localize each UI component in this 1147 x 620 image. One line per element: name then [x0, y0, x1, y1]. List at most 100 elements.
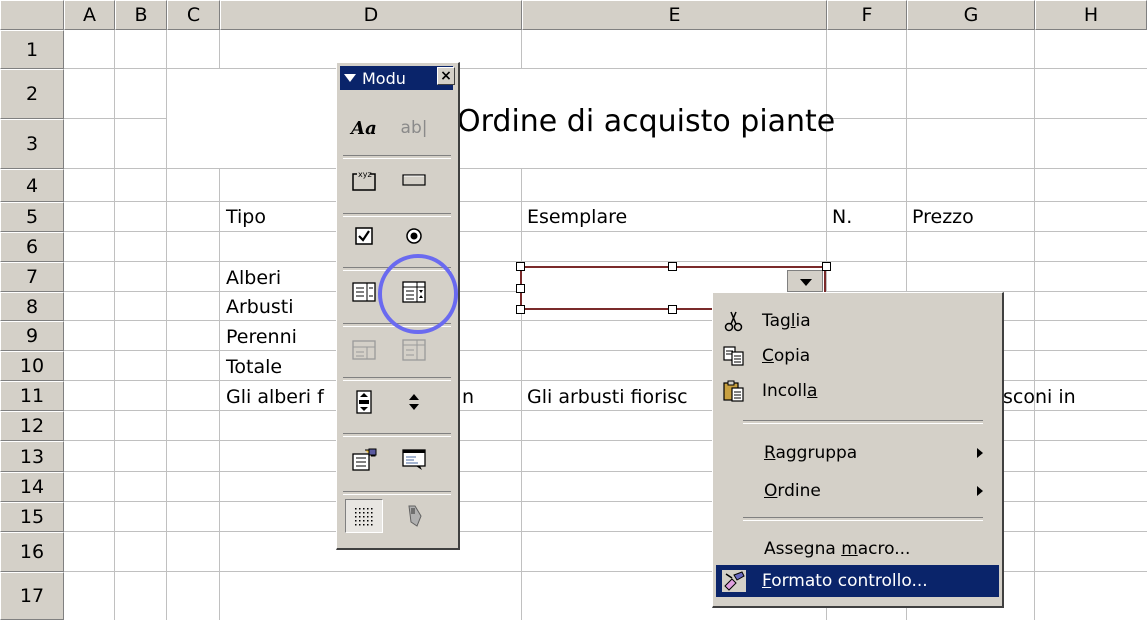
grid-line — [64, 261, 1147, 262]
row-header-1[interactable]: 1 — [0, 30, 64, 69]
cell-d7[interactable]: Alberi — [226, 265, 281, 291]
menu-item-taglia[interactable]: Taglia — [716, 305, 999, 337]
cell-f5[interactable]: N. — [832, 204, 852, 230]
control-properties-button[interactable] — [345, 443, 383, 477]
toolbar-separator — [343, 377, 451, 381]
toolbar-separator — [343, 433, 451, 437]
resize-handle[interactable] — [516, 305, 525, 314]
combo-dropdown-edit-icon — [402, 339, 426, 361]
cell-d11-overflow: n — [462, 386, 475, 408]
row-header-12[interactable]: 12 — [0, 411, 64, 441]
highlight-circle — [378, 254, 458, 334]
run-dialog-button[interactable] — [395, 499, 433, 533]
group-box-glyph: xyz — [358, 170, 372, 179]
label-button[interactable]: Aa — [345, 111, 383, 145]
copy-icon — [723, 346, 744, 366]
menu-item-incolla[interactable]: Incolla — [716, 375, 999, 407]
row-header-16[interactable]: 16 — [0, 532, 64, 572]
row-header-13[interactable]: 13 — [0, 441, 64, 472]
group-box-icon: xyz — [352, 169, 376, 191]
resize-handle[interactable] — [516, 262, 525, 271]
list-box-icon — [352, 282, 376, 302]
cell-d9[interactable]: Perenni — [226, 324, 297, 350]
checkbox-icon — [355, 227, 373, 245]
row-header-4[interactable]: 4 — [0, 169, 64, 202]
edit-box-button[interactable]: ab| — [395, 111, 433, 145]
combo-dropdown-edit-button[interactable] — [395, 333, 433, 367]
resize-handle[interactable] — [668, 305, 677, 314]
menu-separator — [743, 420, 983, 424]
row-header-10[interactable]: 10 — [0, 351, 64, 381]
column-header-d[interactable]: D — [220, 0, 522, 30]
toolbar-separator — [343, 213, 451, 217]
combo-dropdown-button[interactable] — [787, 270, 823, 292]
resize-handle[interactable] — [668, 262, 677, 271]
option-button[interactable] — [395, 219, 433, 253]
column-header-g[interactable]: G — [907, 0, 1035, 30]
grid-line — [64, 118, 166, 119]
row-header-14[interactable]: 14 — [0, 472, 64, 502]
cell-d10[interactable]: Totale — [226, 354, 282, 380]
column-header-h[interactable]: H — [1035, 0, 1147, 30]
menu-item-formato-controllo[interactable]: Formato controllo... — [716, 565, 999, 597]
toolbar-close-button[interactable]: × — [437, 67, 455, 85]
combo-list-edit-button[interactable] — [345, 333, 383, 367]
cell-d5[interactable]: Tipo — [226, 204, 266, 230]
column-header-f[interactable]: F — [827, 0, 907, 30]
row-header-7[interactable]: 7 — [0, 262, 64, 292]
column-header-c[interactable]: C — [167, 0, 220, 30]
sheet-title: Ordine di acquisto piante — [457, 104, 836, 139]
toolbar-menu-arrow-icon[interactable] — [344, 74, 356, 82]
menu-item-raggruppa[interactable]: Raggruppa — [716, 437, 999, 469]
spinner-button[interactable] — [395, 385, 433, 419]
toolbar-title: Modu — [362, 68, 406, 88]
column-header-b[interactable]: B — [115, 0, 167, 30]
cell-g5[interactable]: Prezzo — [912, 204, 974, 230]
cell-d11[interactable]: Gli alberi f — [226, 384, 324, 410]
context-menu[interactable]: Taglia Copia Incolla Raggruppa Ordine As… — [712, 292, 1004, 608]
edit-code-icon — [402, 449, 426, 470]
cell-g11[interactable]: sconi in — [1003, 384, 1076, 410]
toggle-grid-icon — [355, 508, 373, 526]
menu-item-assegna-macro[interactable]: Assegna macro... — [716, 533, 999, 565]
menu-item-label: Copia — [762, 346, 811, 366]
row-header-15[interactable]: 15 — [0, 502, 64, 532]
select-all-corner[interactable] — [0, 0, 64, 30]
scroll-bar-button[interactable] — [345, 385, 383, 419]
grid-line — [219, 30, 220, 69]
command-button[interactable] — [395, 163, 433, 197]
checkbox-button[interactable] — [345, 219, 383, 253]
toggle-grid-button[interactable] — [345, 499, 383, 533]
row-header-2[interactable]: 2 — [0, 69, 64, 119]
scissors-icon — [724, 311, 743, 332]
option-button-icon — [406, 228, 422, 244]
group-box-button[interactable]: xyz — [345, 163, 383, 197]
column-header-e[interactable]: E — [522, 0, 827, 30]
resize-handle[interactable] — [822, 262, 831, 271]
grid-line — [64, 201, 1147, 202]
menu-item-label: Incolla — [762, 381, 818, 401]
grid-line — [64, 68, 1147, 69]
submenu-arrow-icon — [977, 448, 983, 458]
menu-separator — [743, 517, 983, 521]
edit-code-button[interactable] — [395, 443, 433, 477]
resize-handle[interactable] — [516, 284, 525, 293]
grid-line — [521, 30, 522, 69]
cell-e11[interactable]: Gli arbusti fiorisc — [527, 384, 688, 410]
row-header-9[interactable]: 9 — [0, 321, 64, 351]
row-header-17[interactable]: 17 — [0, 572, 64, 620]
row-header-11[interactable]: 11 — [0, 381, 64, 411]
column-header-a[interactable]: A — [64, 0, 115, 30]
menu-item-ordine[interactable]: Ordine — [716, 475, 999, 507]
row-header-6[interactable]: 6 — [0, 232, 64, 262]
submenu-arrow-icon — [977, 486, 983, 496]
row-header-3[interactable]: 3 — [0, 119, 64, 169]
cell-d8[interactable]: Arbusti — [226, 294, 294, 320]
format-control-icon — [722, 570, 746, 592]
menu-item-label: Ordine — [764, 481, 821, 501]
run-dialog-icon — [408, 505, 422, 527]
row-header-8[interactable]: 8 — [0, 292, 64, 321]
row-header-5[interactable]: 5 — [0, 202, 64, 232]
menu-item-copia[interactable]: Copia — [716, 340, 999, 372]
cell-e5[interactable]: Esemplare — [527, 204, 627, 230]
